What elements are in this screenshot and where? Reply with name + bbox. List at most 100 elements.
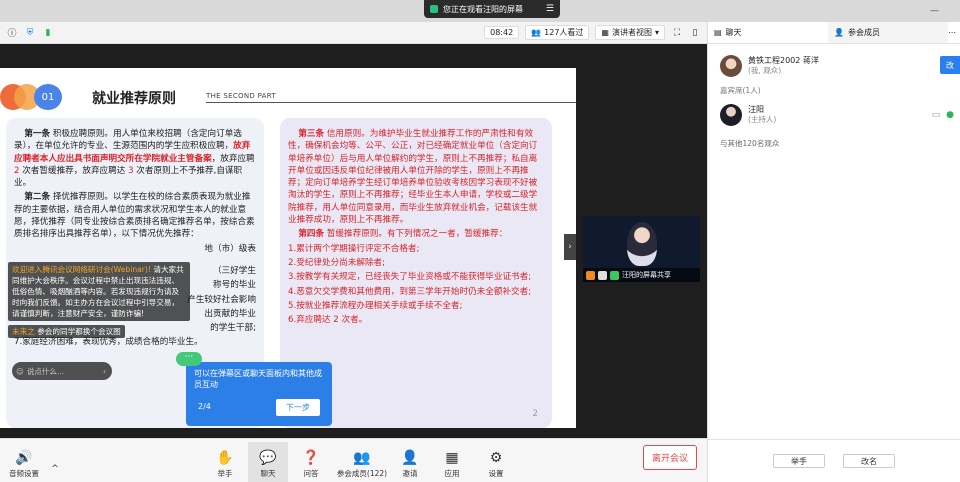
list-item: 5.按就业推荐流程办理相关手续或手续不全者; — [288, 300, 463, 311]
list-item: 4.恶意欠交学费和其他费用，到第三学年开始时仍未全额补交者; — [288, 286, 532, 297]
rename-button[interactable]: 改名 — [843, 454, 895, 468]
qa-button[interactable]: ❓ 问答 — [288, 442, 334, 482]
leave-meeting-button[interactable]: 离开会议 — [642, 445, 697, 470]
tab-chat-label: 聊天 — [725, 28, 742, 37]
video-thumbnail[interactable]: 汪阳的屏幕共享 — [583, 216, 700, 282]
slide-divider — [206, 102, 576, 103]
next-step-button[interactable]: 下一步 — [276, 399, 320, 416]
list-item: 6.弃应聘达 2 次者。 — [288, 315, 368, 326]
article-2: 第二条 择优推荐原则。以学生在校的综合素质表现为就业推荐的主要依据，结合用人单位… — [14, 192, 255, 240]
slide-number-badge: 01 — [34, 84, 62, 110]
meeting-toolbar: 🔊 音频设置 ^ ✋ 举手 💬 聊天 ❓ 问答 👥 参会成员(122) 👤 邀请… — [0, 438, 707, 482]
member-status-icons: ▭ ● — [932, 110, 954, 120]
emoji-icon[interactable]: ☺ — [16, 367, 24, 376]
viewer-count-text: 127人看过 — [544, 28, 584, 37]
screen-icon — [598, 270, 607, 280]
view-mode-select[interactable]: ▦ 演讲者视图 ▾ — [595, 25, 665, 40]
guests-section-label: 嘉宾席(1人) — [720, 86, 761, 95]
more-options-icon[interactable]: ⋯ — [948, 22, 960, 43]
tab-members[interactable]: 👤 参会成员 — [828, 22, 948, 43]
audio-label: 音频设置 — [9, 469, 39, 478]
danmaku-overlay: 欢迎进入腾讯会议网络研讨会(Webinar)! 请大家共同维护大会秩序。会议过程… — [8, 262, 190, 378]
member-self[interactable]: 黄铁工程2002 蒋洋 (我, 观众) 改 — [708, 48, 960, 84]
chat-label: 聊天 — [260, 469, 276, 478]
shield-icon[interactable]: ⛨ — [24, 27, 36, 39]
avatar — [720, 55, 742, 77]
info-icon[interactable]: ⓘ — [6, 27, 18, 39]
chevron-up-icon: ^ — [51, 464, 59, 474]
panel-actions: 举手 改名 — [708, 439, 960, 482]
chat-button[interactable]: 💬 聊天 — [248, 442, 288, 482]
chat-icon: ▤ — [714, 28, 722, 37]
deferral-list: 1.累计两个学期操行评定不合格者; 2.受纪律处分尚未解除者; 3.按教学有关规… — [288, 243, 544, 327]
slide-title: 就业推荐原则 — [92, 91, 176, 107]
collapse-video-button[interactable]: › — [564, 234, 576, 260]
chevron-down-icon: ▾ — [654, 28, 659, 37]
meeting-timer: 08:42 — [484, 26, 520, 39]
chevron-left-icon[interactable]: ‹ — [103, 367, 106, 376]
side-panel: ▤ 聊天 👤 参会成员 ⋯ 黄铁工程2002 蒋洋 (我, 观众) 改 嘉宾席(1人… — [707, 22, 960, 482]
members-label: 参会成员(122) — [336, 469, 388, 478]
meeting-topbar: ⓘ ⛨ ▮ 08:42 👥 127人看过 ▦ 演讲者视图 ▾ ⛶ ▯ — [0, 22, 707, 44]
list-item: 3.按教学有关规定，已经丧失了毕业资格或不能获得毕业证书者; — [288, 272, 532, 283]
hand-icon: ✋ — [216, 450, 234, 466]
tooltip-text: 可以在弹幕区或聊天面板内和其他成员互动 — [194, 369, 322, 389]
slide-subtitle: THE SECOND PART — [206, 92, 276, 100]
article-4: 第四条 暂缓推荐原则。有下列情况之一者，暂缓推荐： — [298, 229, 508, 240]
chat-bubble-icon: ··· — [176, 352, 202, 366]
video-label: 汪阳的屏幕共享 — [622, 271, 671, 279]
raise-label: 举手 — [217, 469, 233, 478]
add-user-icon: 👤 — [401, 450, 419, 466]
fullscreen-icon[interactable]: ⛶ — [671, 27, 683, 39]
members-button[interactable]: 👥 参会成员(122) — [334, 442, 390, 482]
audio-menu-toggle[interactable]: ^ — [48, 442, 62, 482]
onboarding-tooltip: ··· 可以在弹幕区或聊天面板内和其他成员互动 2/4 下一步 — [176, 352, 332, 426]
member-host[interactable]: 汪阳 (主持人) ▭ ● — [708, 98, 960, 132]
avatar — [720, 104, 742, 126]
list-item: 2.受纪律处分尚未解除者; — [288, 257, 386, 268]
member-role: (我, 观众) — [748, 66, 782, 75]
tab-chat[interactable]: ▤ 聊天 — [708, 22, 828, 43]
tooltip-step: 2/4 — [198, 402, 211, 411]
article-2-fragment: 地（市）级表 — [204, 243, 256, 254]
list-item: 1.累计两个学期操行评定不合格者; — [288, 243, 420, 254]
viewer-count[interactable]: 👥 127人看过 — [525, 25, 590, 40]
danmaku-placeholder: 说点什么... — [26, 366, 64, 376]
sidebar-toggle-icon[interactable]: ▯ — [689, 27, 701, 39]
person-icon — [586, 270, 595, 280]
screen-share-banner: 您正在观看汪阳的屏幕 ☰ — [424, 0, 560, 18]
member-info: 黄铁工程2002 蒋洋 (我, 观众) — [748, 56, 819, 76]
invite-button[interactable]: 👤 邀请 — [390, 442, 430, 482]
panel-tabs: ▤ 聊天 👤 参会成员 ⋯ — [708, 22, 960, 44]
mic-icon — [610, 270, 619, 280]
member-info: 汪阳 (主持人) — [748, 105, 776, 125]
screen-share-icon: ▭ — [931, 110, 941, 120]
view-mode-label: 演讲者视图 — [611, 28, 652, 37]
article-3: 第三条 信用原则。为维护毕业生就业推荐工作的严肃性和有效性，确保机会均等、公平、… — [288, 129, 538, 226]
raise-hand-panel-button[interactable]: 举手 — [773, 454, 825, 468]
invite-label: 邀请 — [402, 469, 418, 478]
apps-label: 应用 — [444, 469, 460, 478]
speaker-icon: 🔊 — [15, 450, 33, 466]
audio-settings-button[interactable]: 🔊 音频设置 — [0, 442, 48, 482]
menu-icon[interactable]: ☰ — [546, 4, 554, 14]
member-role: (主持人) — [748, 115, 777, 124]
layout-icon: ▦ — [601, 28, 609, 37]
minimize-icon[interactable]: — — [930, 6, 939, 16]
member-name: 黄铁工程2002 蒋洋 — [748, 56, 819, 65]
member-name: 汪阳 — [748, 105, 764, 114]
notice-title: 欢迎进入腾讯会议网络研讨会(Webinar)! — [12, 265, 151, 274]
apps-button[interactable]: ▦ 应用 — [430, 442, 474, 482]
danmaku-input[interactable]: ☺ 说点什么... ‹ — [12, 362, 112, 380]
article-1: 第一条 积极应聘原则。用人单位来校招聘（含定向订单选录），在单位允许的专业、生源… — [14, 129, 255, 189]
slide-page-number: 2 — [532, 408, 538, 419]
chat-text: 参会的同学都换个会议图 — [37, 327, 121, 336]
raise-hand-button[interactable]: ✋ 举手 — [202, 442, 248, 482]
rename-self-button[interactable]: 改 — [940, 56, 960, 74]
chat-icon: 💬 — [259, 450, 277, 466]
chat-message: 未来之 参会的同学都换个会议图 — [8, 325, 125, 338]
settings-button[interactable]: ⚙ 设置 — [474, 442, 518, 482]
question-icon: ❓ — [302, 450, 320, 466]
settings-label: 设置 — [488, 469, 504, 478]
signal-icon[interactable]: ▮ — [42, 27, 54, 39]
